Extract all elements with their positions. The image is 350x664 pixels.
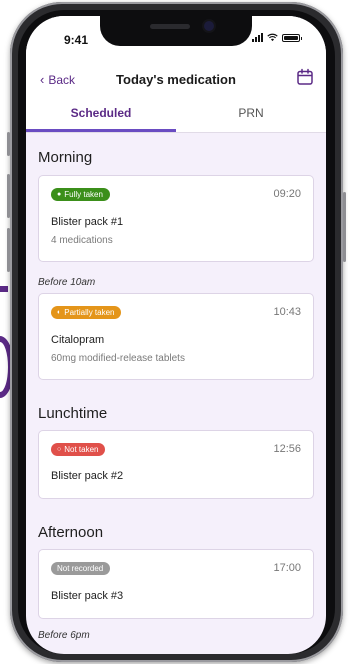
half-circle-icon: ◐ (57, 309, 62, 316)
medication-card[interactable]: ● Fully taken 09:20 Blister pack #1 4 me… (38, 175, 314, 262)
card-time: 12:56 (273, 443, 301, 455)
wifi-icon (267, 33, 278, 42)
volume-up-button (7, 174, 10, 218)
card-subtitle: 60mg modified-release tablets (51, 353, 185, 364)
signal-icon (252, 33, 263, 42)
status-icons (252, 33, 302, 42)
status-badge-label: Fully taken (64, 190, 103, 199)
status-badge-label: Not recorded (57, 564, 104, 573)
section-title-afternoon: Afternoon (38, 524, 104, 541)
medication-card[interactable]: ○ Not taken 12:56 Blister pack #2 (38, 430, 314, 499)
dot-icon: ● (57, 191, 62, 198)
section-title-lunchtime: Lunchtime (38, 405, 108, 422)
page-title: Today's medication (116, 72, 236, 87)
tab-prn[interactable]: PRN (176, 102, 326, 132)
battery-icon (282, 33, 302, 42)
status-badge: Not recorded (51, 562, 111, 575)
status-badge: ● Fully taken (51, 188, 110, 201)
tab-scheduled[interactable]: Scheduled (26, 102, 176, 132)
card-time: 17:00 (273, 562, 301, 574)
medication-card[interactable]: ◐ Partially taken 10:43 Citalopram 60mg … (38, 293, 314, 380)
mute-switch (7, 132, 10, 156)
time-window-label: Before 10am (38, 277, 96, 288)
time-window-label: Before 6pm (38, 630, 90, 641)
volume-down-button (7, 228, 10, 272)
front-camera (204, 21, 214, 31)
power-button (343, 192, 346, 262)
card-title: Blister pack #3 (51, 590, 124, 602)
card-subtitle: 4 medications (51, 235, 113, 246)
background-purple-bar (0, 286, 8, 292)
status-badge: ◐ Partially taken (51, 306, 122, 319)
speaker (150, 24, 190, 29)
medication-list: Morning ● Fully taken 09:20 Blister pack… (26, 133, 326, 654)
section-title-morning: Morning (38, 149, 93, 166)
status-badge: ○ Not taken (51, 443, 106, 456)
medication-card[interactable]: Not recorded 17:00 Blister pack #3 (38, 549, 314, 619)
card-time: 09:20 (273, 188, 301, 200)
card-title: Blister pack #2 (51, 470, 124, 482)
card-title: Blister pack #1 (51, 216, 124, 228)
card-title: Citalopram (51, 334, 105, 346)
notch (100, 16, 252, 46)
calendar-icon[interactable] (296, 68, 314, 86)
status-badge-label: Partially taken (64, 308, 115, 317)
status-badge-label: Not taken (64, 445, 99, 454)
ring-icon: ○ (57, 446, 62, 453)
tab-bar: Scheduled PRN (26, 102, 326, 133)
nav-header: ‹ Back Today's medication (26, 58, 326, 102)
status-time: 9:41 (64, 33, 89, 47)
app-screen: 9:41 ‹ Back Today's medication Scheduled… (26, 16, 326, 654)
card-time: 10:43 (273, 306, 301, 318)
